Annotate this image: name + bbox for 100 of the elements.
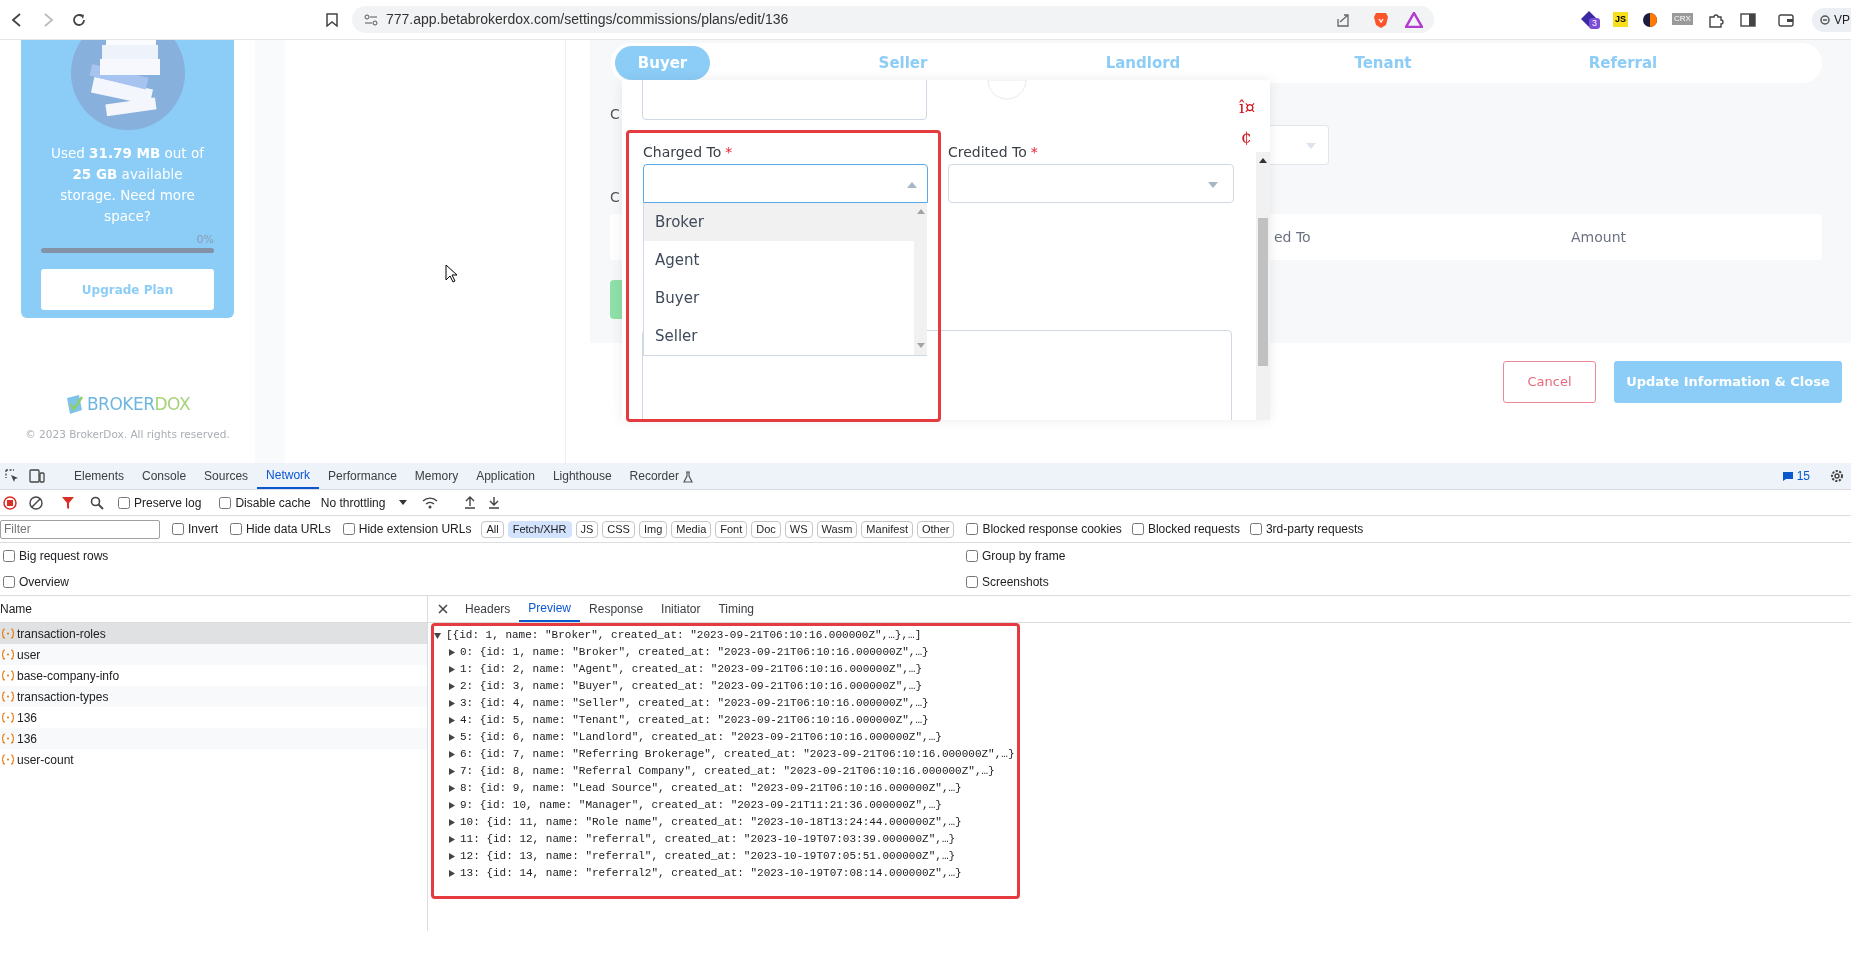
clear-icon[interactable]: [29, 495, 43, 510]
collapsed-arrow-icon[interactable]: [448, 768, 455, 775]
type-filter-button[interactable]: Font: [715, 520, 748, 538]
type-filter-button[interactable]: Wasm: [816, 520, 858, 538]
devtools-tab[interactable]: Performance: [319, 463, 406, 489]
type-filter-button[interactable]: WS: [784, 520, 813, 538]
detail-tab[interactable]: Preview: [519, 596, 581, 622]
js-extension-icon[interactable]: JS: [1613, 12, 1628, 27]
type-filter-button[interactable]: CSS: [602, 520, 635, 538]
devtools-tab[interactable]: Application: [467, 463, 544, 489]
field-label: Charged To: [643, 144, 722, 160]
device-toolbar-icon[interactable]: [29, 469, 45, 483]
site-info-icon[interactable]: [364, 13, 378, 26]
wallet-icon[interactable]: [1778, 13, 1794, 27]
request-name: user: [17, 646, 41, 664]
devtools-tab[interactable]: Memory: [405, 463, 468, 489]
mouse-cursor-icon: [445, 264, 457, 283]
checkbox[interactable]: [172, 523, 184, 535]
detail-tab[interactable]: Initiator: [652, 596, 710, 622]
reload-icon[interactable]: [72, 13, 86, 27]
request-row[interactable]: transaction-roles: [0, 623, 427, 644]
dropdown-option[interactable]: Agent: [644, 241, 914, 279]
type-filter-button[interactable]: All: [481, 520, 504, 538]
collapsed-arrow-icon[interactable]: [448, 836, 455, 843]
filter-icon[interactable]: [61, 495, 75, 510]
detail-tab[interactable]: Headers: [456, 596, 520, 622]
extension-icon[interactable]: 3: [1580, 9, 1598, 28]
sidebar-icon[interactable]: [1740, 13, 1756, 27]
select-field[interactable]: [948, 164, 1234, 203]
collapsed-arrow-icon[interactable]: [448, 666, 455, 673]
detail-tab[interactable]: Response: [580, 596, 653, 622]
checkbox[interactable]: [3, 550, 15, 562]
inspect-icon[interactable]: [5, 469, 19, 483]
collapsed-arrow-icon[interactable]: [448, 802, 455, 809]
request-row[interactable]: base-company-info: [0, 665, 427, 686]
collapsed-arrow-icon[interactable]: [448, 819, 455, 826]
profile-button[interactable]: VP: [1812, 8, 1851, 32]
collapsed-arrow-icon[interactable]: [448, 853, 455, 860]
filter-field[interactable]: Filter: [0, 519, 160, 539]
scrollbar[interactable]: [1256, 152, 1270, 420]
half-circle-icon[interactable]: [1642, 12, 1658, 28]
devtools-tab[interactable]: Elements: [65, 463, 134, 489]
scrollbar[interactable]: [914, 203, 927, 355]
checkbox[interactable]: [219, 496, 232, 509]
devtools-tab[interactable]: Lighthouse: [543, 463, 621, 489]
network-conditions-icon[interactable]: [422, 496, 439, 509]
search-icon[interactable]: [90, 495, 104, 510]
puzzle-icon[interactable]: [1708, 12, 1724, 28]
collapsed-arrow-icon[interactable]: [448, 683, 455, 690]
checkbox[interactable]: [1131, 523, 1144, 535]
bookmark-icon[interactable]: [326, 13, 338, 27]
issues-counter[interactable]: 15: [1781, 467, 1810, 485]
collapsed-arrow-icon[interactable]: [448, 700, 455, 707]
address-bar[interactable]: 777.app.betabrokerdox.com/settings/commissions/plans/edit/136: [352, 6, 1434, 33]
collapsed-arrow-icon[interactable]: [448, 649, 455, 656]
settings-icon[interactable]: [1830, 469, 1844, 483]
dropdown-option[interactable]: Seller: [644, 317, 914, 355]
stop-recording-icon[interactable]: [3, 495, 17, 510]
checkbox[interactable]: [230, 523, 242, 535]
devtools-tab[interactable]: Console: [133, 463, 196, 489]
request-row[interactable]: user: [0, 644, 427, 665]
collapsed-arrow-icon[interactable]: [448, 734, 455, 741]
type-filter-button[interactable]: Doc: [751, 520, 781, 538]
type-filter-button[interactable]: Manifest: [861, 520, 913, 538]
type-filter-button[interactable]: Fetch/XHR: [507, 520, 572, 538]
checkbox[interactable]: [3, 576, 15, 588]
upload-icon[interactable]: [464, 496, 477, 509]
scrollbar-thumb[interactable]: [1258, 218, 1268, 366]
select-field[interactable]: [643, 164, 928, 203]
request-row[interactable]: transaction-types: [0, 686, 427, 707]
collapsed-arrow-icon[interactable]: [448, 717, 455, 724]
checkbox[interactable]: [966, 576, 978, 588]
request-row[interactable]: 136: [0, 728, 427, 749]
throttling-select[interactable]: No throttling: [320, 493, 408, 512]
detail-tab[interactable]: Timing: [709, 596, 763, 622]
dropdown-option[interactable]: Buyer: [644, 279, 914, 317]
collapsed-arrow-icon[interactable]: [448, 785, 455, 792]
request-row[interactable]: user-count: [0, 749, 427, 770]
devtools-tab[interactable]: Recorder: [620, 463, 702, 489]
request-row[interactable]: 136: [0, 707, 427, 728]
collapsed-arrow-icon[interactable]: [448, 751, 455, 758]
dropdown-option[interactable]: Broker: [644, 203, 914, 241]
checkbox[interactable]: [966, 550, 978, 562]
checkbox[interactable]: [1249, 523, 1262, 535]
share-icon[interactable]: [1336, 13, 1350, 27]
checkbox[interactable]: [966, 523, 979, 535]
download-icon[interactable]: [488, 496, 501, 509]
devtools-tab[interactable]: Sources: [195, 463, 258, 489]
expanded-arrow-icon[interactable]: [434, 632, 441, 639]
devtools-tab[interactable]: Network: [257, 463, 320, 489]
flask-icon: [682, 470, 693, 483]
type-filter-button[interactable]: Img: [638, 520, 668, 538]
collapsed-arrow-icon[interactable]: [448, 870, 455, 877]
close-icon[interactable]: [438, 604, 448, 614]
checkbox[interactable]: [342, 523, 355, 535]
type-filter-button[interactable]: JS: [575, 520, 599, 538]
triangle-icon[interactable]: [1405, 12, 1423, 28]
type-filter-button[interactable]: Other: [916, 520, 955, 538]
checkbox[interactable]: [118, 496, 130, 509]
type-filter-button[interactable]: Media: [671, 520, 712, 538]
